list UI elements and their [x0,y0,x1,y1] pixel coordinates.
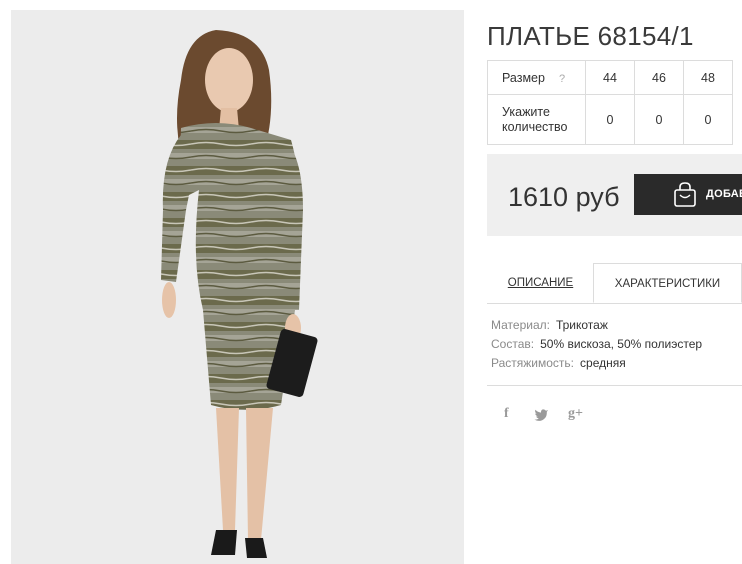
tab-description-label: ОПИСАНИЕ [507,277,574,289]
quantity-label: Укажите количество [487,94,586,145]
characteristics-list: Материал: Трикотаж Состав: 50% вискоза, 50… [491,318,702,375]
characteristic-row: Состав: 50% вискоза, 50% полиэстер [491,337,702,356]
size-44: 44 [585,60,635,95]
characteristic-value: средняя [580,356,626,370]
price-bar: 1610 руб ДОБАВ [487,154,742,236]
quantity-input-48[interactable]: 0 [683,94,733,145]
characteristic-value: Трикотаж [555,318,608,332]
tab-description[interactable]: ОПИСАНИЕ [487,263,594,303]
divider [487,385,742,386]
product-photo[interactable] [11,10,464,564]
tab-characteristics[interactable]: ХАРАКТЕРИСТИКИ [593,263,742,303]
tab-characteristics-label: ХАРАКТЕРИСТИКИ [614,278,721,290]
add-to-cart-label: ДОБАВ [706,188,742,200]
product-tabs: ОПИСАНИЕ ХАРАКТЕРИСТИКИ [487,263,742,304]
characteristic-key: Состав: [491,337,535,351]
add-to-cart-button[interactable]: ДОБАВ [634,174,742,215]
size-row: Размер? 44 46 48 [487,60,733,95]
characteristic-key: Материал: [491,318,550,332]
size-48: 48 [683,60,733,95]
facebook-icon[interactable]: f [504,406,509,422]
size-label: Размер [502,70,545,85]
dress-illustration [161,30,318,558]
size-label-cell: Размер? [487,60,586,95]
size-quantity-table: Размер? 44 46 48 Укажите количество 0 0 … [487,60,733,145]
price: 1610 руб [508,182,620,212]
characteristic-row: Растяжимость: средняя [491,356,702,375]
size-help-icon[interactable]: ? [559,73,565,85]
quantity-input-44[interactable]: 0 [585,94,635,145]
google-plus-icon[interactable]: g+ [568,406,583,422]
twitter-icon[interactable] [534,408,549,421]
characteristic-row: Материал: Трикотаж [491,318,702,337]
product-title: ПЛАТЬЕ 68154/1 [487,21,694,52]
quantity-input-46[interactable]: 0 [634,94,684,145]
size-46: 46 [634,60,684,95]
characteristic-key: Растяжимость: [491,356,575,370]
quantity-row: Укажите количество 0 0 0 [487,94,733,145]
characteristic-value: 50% вискоза, 50% полиэстер [540,337,703,351]
shopping-bag-icon [674,182,696,207]
